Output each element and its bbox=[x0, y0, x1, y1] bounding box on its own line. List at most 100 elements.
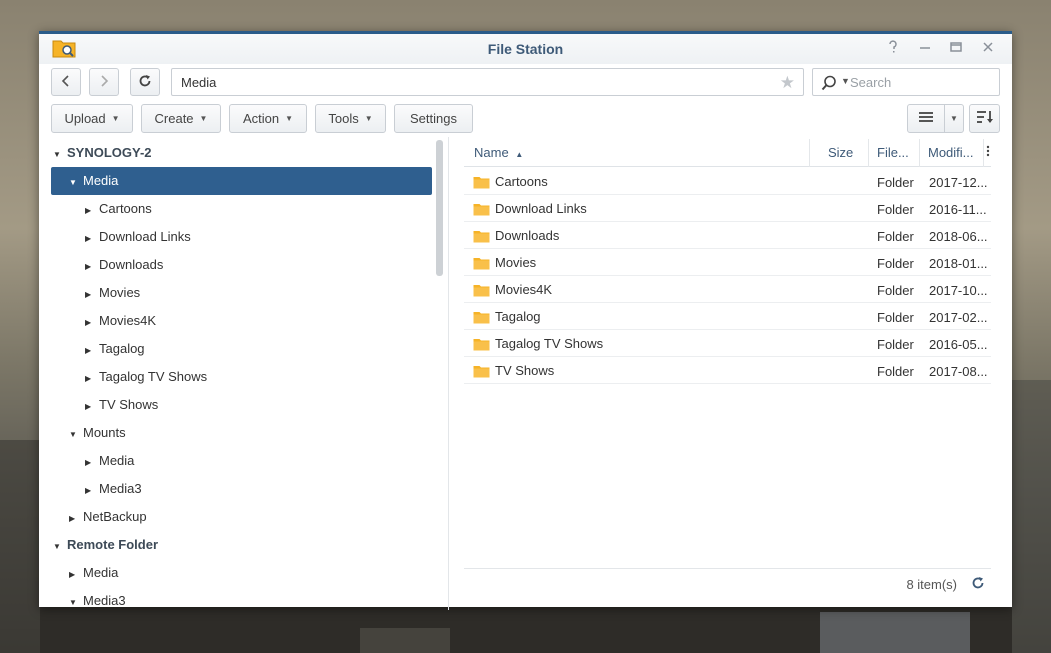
current-path: Media bbox=[181, 75, 217, 90]
folder-icon bbox=[473, 230, 490, 242]
file-name-cell: Download Links bbox=[473, 201, 587, 216]
column-modified[interactable]: Modifi... bbox=[920, 139, 984, 167]
file-row[interactable]: TV Shows Folder 2017-08... bbox=[464, 357, 991, 384]
file-row[interactable]: Movies4K Folder 2017-10... bbox=[464, 276, 991, 303]
tree-item[interactable]: ▶ NetBackup bbox=[69, 503, 147, 531]
tree-item[interactable]: ▶ Tagalog bbox=[85, 335, 145, 363]
action-button[interactable]: Action ▼ bbox=[229, 104, 307, 133]
star-icon[interactable]: ★ bbox=[780, 73, 795, 93]
tree-item[interactable]: ▶ Cartoons bbox=[85, 195, 152, 223]
file-modified: 2018-01... bbox=[929, 256, 988, 271]
tree-item[interactable]: ▶ Movies4K bbox=[85, 307, 156, 335]
tree-item-label: Mounts bbox=[83, 425, 126, 440]
tree-item[interactable]: ▶ Tagalog TV Shows bbox=[85, 363, 207, 391]
file-name: Downloads bbox=[495, 228, 560, 243]
caret-right-icon[interactable]: ▶ bbox=[85, 365, 99, 393]
sort-button[interactable] bbox=[969, 104, 1000, 133]
tools-button[interactable]: Tools ▼ bbox=[315, 104, 386, 133]
help-icon[interactable] bbox=[884, 40, 902, 58]
caret-down-icon[interactable]: ▼ bbox=[69, 169, 83, 197]
caret-down-icon[interactable]: ▼ bbox=[53, 141, 67, 169]
search-input[interactable] bbox=[850, 72, 995, 92]
settings-button[interactable]: Settings bbox=[394, 104, 473, 133]
view-mode-dropdown[interactable]: ▼ bbox=[944, 104, 964, 133]
caret-down-icon: ▼ bbox=[111, 114, 120, 123]
tree-item[interactable]: ▶ TV Shows bbox=[85, 391, 158, 419]
column-name[interactable]: Name ▲ bbox=[464, 139, 810, 167]
file-row[interactable]: Cartoons Folder 2017-12... bbox=[464, 168, 991, 195]
caret-down-icon[interactable]: ▼ bbox=[841, 76, 850, 86]
tree-scrollbar[interactable] bbox=[436, 140, 443, 276]
file-modified: 2017-12... bbox=[929, 175, 988, 190]
caret-right-icon[interactable]: ▶ bbox=[69, 561, 83, 589]
tree-item-label: Tagalog TV Shows bbox=[99, 369, 208, 384]
forward-button[interactable] bbox=[89, 68, 119, 96]
caret-right-icon[interactable]: ▶ bbox=[85, 309, 99, 337]
caret-down-icon[interactable]: ▼ bbox=[69, 421, 83, 449]
minimize-icon[interactable] bbox=[916, 40, 934, 58]
close-icon[interactable] bbox=[979, 40, 997, 58]
file-row[interactable]: Download Links Folder 2016-11... bbox=[464, 195, 991, 222]
path-bar[interactable]: Media ★ bbox=[171, 68, 804, 96]
tree-item[interactable]: ▶ Downloads bbox=[85, 251, 163, 279]
file-row[interactable]: Downloads Folder 2018-06... bbox=[464, 222, 991, 249]
refresh-button[interactable] bbox=[130, 68, 160, 96]
file-type: Folder bbox=[877, 175, 914, 190]
search-icon[interactable] bbox=[821, 75, 837, 94]
file-name-cell: Movies4K bbox=[473, 282, 552, 297]
back-button[interactable] bbox=[51, 68, 81, 96]
file-name: Movies4K bbox=[495, 282, 553, 297]
caret-right-icon[interactable]: ▶ bbox=[85, 225, 99, 253]
tree-item[interactable]: ▶ Download Links bbox=[85, 223, 191, 251]
tree-item[interactable]: ▼ Media3 bbox=[69, 587, 126, 610]
caret-down-icon[interactable]: ▼ bbox=[69, 589, 83, 610]
caret-right-icon[interactable]: ▶ bbox=[85, 253, 99, 281]
tree-item[interactable]: ▼ Mounts bbox=[69, 419, 126, 447]
upload-button[interactable]: Upload ▼ bbox=[51, 104, 133, 133]
search-box[interactable]: ▼ bbox=[812, 68, 1000, 96]
file-row[interactable]: Movies Folder 2018-01... bbox=[464, 249, 991, 276]
caret-right-icon[interactable]: ▶ bbox=[85, 337, 99, 365]
caret-down-icon[interactable]: ▼ bbox=[53, 533, 67, 561]
view-mode-button[interactable] bbox=[907, 104, 945, 133]
caret-right-icon[interactable]: ▶ bbox=[85, 477, 99, 505]
file-row[interactable]: Tagalog Folder 2017-02... bbox=[464, 303, 991, 330]
tree-item[interactable]: ▶ Media3 bbox=[85, 475, 142, 503]
file-row[interactable]: Tagalog TV Shows Folder 2016-05... bbox=[464, 330, 991, 357]
upload-label: Upload bbox=[64, 111, 106, 126]
caret-right-icon[interactable]: ▶ bbox=[85, 393, 99, 421]
file-name: TV Shows bbox=[495, 363, 555, 378]
title-bar[interactable]: File Station bbox=[39, 34, 1012, 64]
tree-item[interactable]: ▶ Media bbox=[85, 447, 134, 475]
column-size[interactable]: Size bbox=[810, 139, 869, 167]
create-button[interactable]: Create ▼ bbox=[141, 104, 221, 133]
caret-right-icon[interactable]: ▶ bbox=[69, 505, 83, 533]
sort-ascending-icon: ▲ bbox=[515, 150, 524, 159]
maximize-icon[interactable] bbox=[947, 40, 965, 58]
tree-item[interactable]: ▶ Media bbox=[69, 559, 118, 587]
caret-down-icon: ▼ bbox=[950, 114, 958, 123]
tree-item[interactable]: ▼ SYNOLOGY-2 bbox=[53, 139, 152, 167]
caret-right-icon[interactable]: ▶ bbox=[85, 449, 99, 477]
tree-item[interactable]: ▶ Movies bbox=[85, 279, 140, 307]
file-modified: 2017-08... bbox=[929, 364, 988, 379]
tree-item-label: Downloads bbox=[99, 257, 164, 272]
tree-item[interactable]: ▼ Remote Folder bbox=[53, 531, 158, 559]
column-menu-icon[interactable] bbox=[984, 139, 991, 167]
folder-tree[interactable]: ▼ SYNOLOGY-2 ▼ Media ▶ Cartoons ▶ Download Link… bbox=[39, 137, 448, 610]
folder-icon bbox=[473, 203, 490, 215]
caret-right-icon[interactable]: ▶ bbox=[85, 281, 99, 309]
tree-item-label: Media bbox=[99, 453, 135, 468]
refresh-icon[interactable] bbox=[971, 576, 985, 593]
pane-splitter[interactable] bbox=[448, 137, 449, 610]
tree-item[interactable]: ▼ Media bbox=[51, 167, 432, 195]
tree-item-label: Cartoons bbox=[99, 201, 152, 216]
tree-item-label: Movies bbox=[99, 285, 141, 300]
file-type: Folder bbox=[877, 229, 914, 244]
caret-right-icon[interactable]: ▶ bbox=[85, 197, 99, 225]
file-modified: 2017-10... bbox=[929, 283, 988, 298]
folder-icon bbox=[473, 338, 490, 350]
tree-item-label: NetBackup bbox=[83, 509, 147, 524]
column-type[interactable]: File... bbox=[869, 139, 920, 167]
file-modified: 2016-05... bbox=[929, 337, 988, 352]
